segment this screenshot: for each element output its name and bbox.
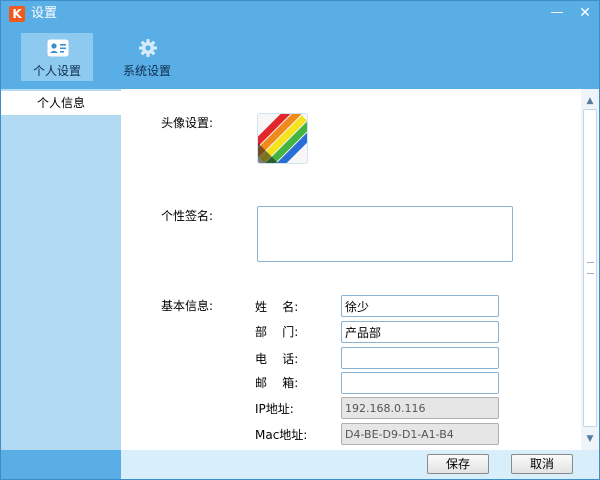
scroll-down-icon[interactable]: ▼: [581, 431, 599, 447]
scrollbar-thumb[interactable]: [583, 109, 597, 427]
mac-address-input: [341, 423, 499, 445]
sidebar-item-personal-info[interactable]: 个人信息: [1, 91, 121, 115]
department-input[interactable]: [341, 321, 499, 343]
vertical-scrollbar[interactable]: ▲ ▼: [581, 89, 599, 450]
scrollbar-grip-icon: [587, 262, 594, 274]
content-area: 个人信息 头像设置: 个性签名: 基本信息: 姓 名: 徐少 部 门: 产品部 …: [1, 89, 599, 450]
tab-system-settings-label: 系统设置: [122, 64, 171, 78]
signature-label: 个性签名:: [161, 209, 214, 223]
department-label: 部 门:: [255, 325, 299, 339]
footer-bar: 保存 取消: [121, 450, 599, 479]
ip-address-input: [341, 397, 499, 419]
tab-system-settings[interactable]: 系统设置: [111, 33, 183, 81]
email-label: 邮 箱:: [255, 376, 299, 390]
phone-input[interactable]: [341, 347, 499, 369]
mac-address-label: Mac地址:: [255, 428, 308, 442]
signature-textarea[interactable]: [257, 206, 513, 262]
crayons-avatar-image: [258, 114, 307, 163]
title-bar[interactable]: K 设置 — ✕: [1, 1, 599, 27]
gear-icon: [139, 39, 157, 57]
settings-window: K 设置 — ✕ 个人设置 系统设置 个人信息 头像设置: 个性签名: 基本信息…: [0, 0, 600, 480]
avatar-label: 头像设置:: [161, 116, 214, 130]
name-input[interactable]: [341, 295, 499, 317]
settings-toolbar: 个人设置 系统设置: [1, 27, 599, 89]
cancel-button[interactable]: 取消: [511, 454, 573, 474]
avatar[interactable]: [257, 113, 308, 164]
personal-info-form: 头像设置: 个性签名: 基本信息: 姓 名: 徐少 部 门: 产品部 电 话: …: [121, 89, 581, 450]
window-title: 设置: [31, 6, 58, 21]
app-logo-icon: K: [9, 6, 25, 22]
basic-info-label: 基本信息:: [161, 299, 214, 313]
phone-label: 电 话:: [255, 352, 299, 366]
ip-address-label: IP地址:: [255, 402, 294, 416]
scroll-up-icon[interactable]: ▲: [581, 93, 599, 109]
tab-personal-settings-label: 个人设置: [32, 64, 81, 78]
close-button[interactable]: ✕: [573, 3, 597, 23]
save-button[interactable]: 保存: [427, 454, 489, 474]
sidebar: 个人信息: [1, 89, 121, 450]
id-card-icon: [47, 39, 69, 57]
name-label: 姓 名:: [255, 300, 299, 314]
email-input[interactable]: [341, 372, 499, 394]
tab-personal-settings[interactable]: 个人设置: [21, 33, 93, 81]
minimize-button[interactable]: —: [545, 3, 569, 23]
